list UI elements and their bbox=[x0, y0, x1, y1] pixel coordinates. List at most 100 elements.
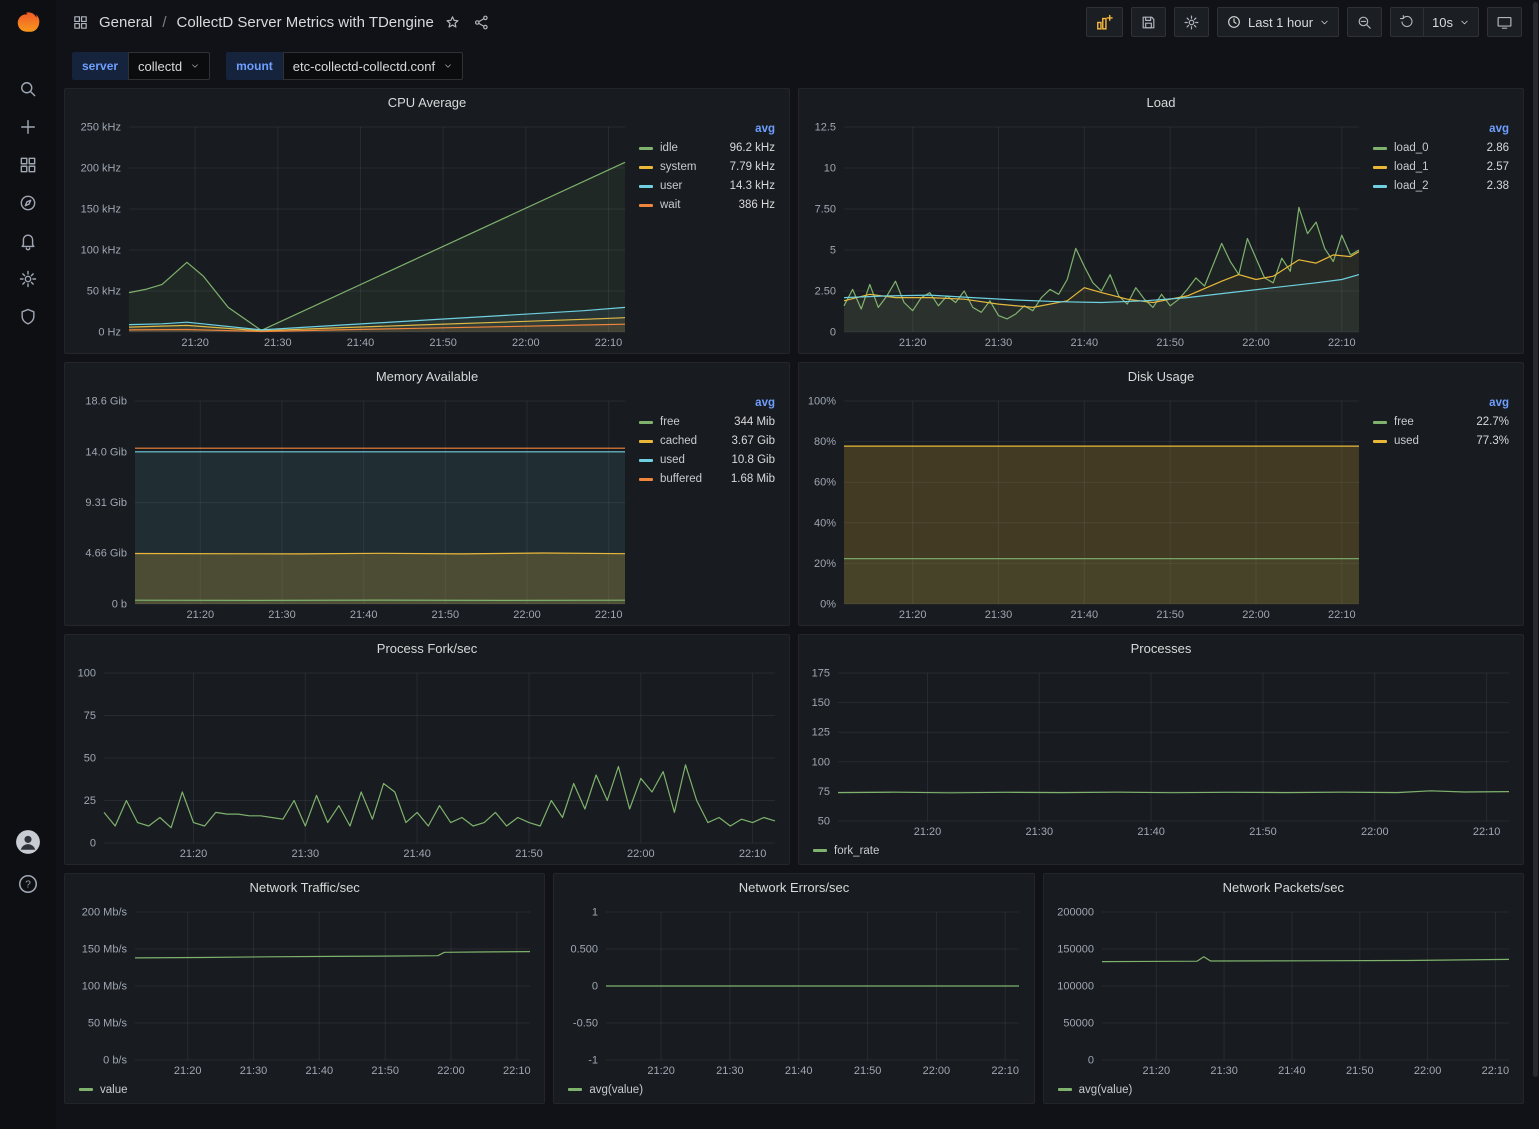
admin-shield-icon[interactable] bbox=[18, 298, 38, 336]
legend-label[interactable]: idle bbox=[660, 142, 723, 154]
panel-title[interactable]: Load bbox=[799, 89, 1523, 117]
scrollbar[interactable] bbox=[1532, 0, 1539, 1129]
legend-swatch bbox=[1373, 440, 1387, 443]
svg-text:21:30: 21:30 bbox=[985, 337, 1013, 349]
panel-title[interactable]: Network Errors/sec bbox=[554, 874, 1033, 902]
dashboards-icon[interactable] bbox=[18, 146, 38, 184]
panel-title[interactable]: Network Packets/sec bbox=[1044, 874, 1523, 902]
time-range-picker[interactable]: Last 1 hour bbox=[1217, 7, 1339, 37]
chevron-down-icon bbox=[190, 61, 200, 71]
dashboard-title[interactable]: CollectD Server Metrics with TDengine bbox=[177, 14, 434, 31]
svg-text:50: 50 bbox=[818, 816, 830, 828]
panel-process-fork: Process Fork/sec100755025021:2021:3021:4… bbox=[64, 634, 790, 865]
svg-text:150 Mb/s: 150 Mb/s bbox=[82, 944, 128, 956]
star-icon[interactable] bbox=[442, 12, 463, 33]
chart-processes[interactable]: 175150125100755021:2021:3021:4021:5022:0… bbox=[805, 663, 1519, 840]
legend-swatch bbox=[639, 421, 653, 424]
add-panel-button[interactable] bbox=[1086, 7, 1123, 37]
legend-label[interactable]: cached bbox=[660, 435, 724, 447]
refresh-button[interactable] bbox=[1390, 7, 1424, 37]
legend-label[interactable]: free bbox=[1394, 416, 1469, 428]
chart-process-fork[interactable]: 100755025021:2021:3021:4021:5022:0022:10 bbox=[71, 663, 785, 862]
legend-label[interactable]: system bbox=[660, 161, 723, 173]
legend-label[interactable]: used bbox=[1394, 435, 1469, 447]
legend-label[interactable]: load_2 bbox=[1394, 180, 1480, 192]
panel-title[interactable]: Network Traffic/sec bbox=[65, 874, 544, 902]
configuration-gear-icon[interactable] bbox=[18, 260, 38, 298]
clock-icon bbox=[1226, 14, 1242, 30]
sidebar-bottom: ? bbox=[15, 820, 41, 1129]
svg-text:22:10: 22:10 bbox=[1328, 609, 1356, 621]
svg-text:50 Mb/s: 50 Mb/s bbox=[88, 1018, 128, 1030]
legend-value: 1.68 Mib bbox=[731, 473, 775, 485]
svg-text:21:50: 21:50 bbox=[432, 609, 460, 621]
svg-text:12.5: 12.5 bbox=[815, 122, 836, 134]
panel-title[interactable]: Disk Usage bbox=[799, 363, 1523, 391]
legend-label[interactable]: user bbox=[660, 180, 723, 192]
legend-label[interactable]: load_0 bbox=[1394, 142, 1480, 154]
svg-text:21:20: 21:20 bbox=[899, 337, 927, 349]
panel-title[interactable]: CPU Average bbox=[65, 89, 789, 117]
chart-memory-available[interactable]: 18.6 Gib14.0 Gib9.31 Gib4.66 Gib0 b21:20… bbox=[71, 391, 635, 623]
var-server-select[interactable]: collectd bbox=[128, 52, 210, 80]
legend-label[interactable]: buffered bbox=[660, 473, 724, 485]
svg-text:75: 75 bbox=[84, 710, 96, 722]
legend-swatch bbox=[639, 147, 653, 150]
svg-text:9.31 Gib: 9.31 Gib bbox=[85, 497, 127, 509]
svg-text:21:50: 21:50 bbox=[1346, 1065, 1374, 1077]
svg-text:21:20: 21:20 bbox=[1142, 1065, 1170, 1077]
chart-network-packets[interactable]: 20000015000010000050000021:2021:3021:402… bbox=[1050, 902, 1519, 1079]
legend-label[interactable]: used bbox=[660, 454, 724, 466]
legend-label[interactable]: fork_rate bbox=[834, 845, 879, 857]
panel-title[interactable]: Processes bbox=[799, 635, 1523, 663]
zoom-out-button[interactable] bbox=[1347, 7, 1382, 37]
save-dashboard-button[interactable] bbox=[1131, 7, 1166, 37]
share-icon[interactable] bbox=[471, 12, 492, 33]
chart-disk-usage[interactable]: 100%80%60%40%20%0%21:2021:3021:4021:5022… bbox=[805, 391, 1369, 623]
svg-text:21:20: 21:20 bbox=[914, 826, 942, 838]
legend-swatch bbox=[639, 478, 653, 481]
search-icon[interactable] bbox=[18, 70, 38, 108]
svg-text:40%: 40% bbox=[814, 517, 836, 529]
legend-label[interactable]: free bbox=[660, 416, 724, 428]
legend-value: 3.67 Gib bbox=[731, 435, 775, 447]
breadcrumb-folder[interactable]: General bbox=[99, 14, 152, 31]
legend-value: 10.8 Gib bbox=[731, 454, 775, 466]
legend-label[interactable]: avg(value) bbox=[1079, 1084, 1133, 1096]
panel-title[interactable]: Process Fork/sec bbox=[65, 635, 789, 663]
panel-load: Load12.5107.5052.50021:2021:3021:4021:50… bbox=[798, 88, 1524, 354]
grafana-logo[interactable] bbox=[15, 9, 42, 36]
svg-text:150 kHz: 150 kHz bbox=[81, 204, 121, 216]
chart-cpu-average[interactable]: 250 kHz200 kHz150 kHz100 kHz50 kHz0 Hz21… bbox=[71, 117, 635, 351]
legend-label[interactable]: avg(value) bbox=[589, 1084, 643, 1096]
breadcrumb-separator: / bbox=[162, 14, 166, 31]
svg-text:22:00: 22:00 bbox=[512, 337, 540, 349]
legend-label[interactable]: load_1 bbox=[1394, 161, 1480, 173]
legend-label[interactable]: value bbox=[100, 1084, 128, 1096]
svg-text:22:10: 22:10 bbox=[1481, 1065, 1509, 1077]
dashboard-settings-button[interactable] bbox=[1174, 7, 1209, 37]
svg-text:75: 75 bbox=[818, 786, 830, 798]
svg-text:0: 0 bbox=[1088, 1055, 1094, 1067]
var-mount-select[interactable]: etc-collectd-collectd.conf bbox=[283, 52, 463, 80]
user-avatar[interactable] bbox=[15, 820, 41, 864]
dashboard-grid-icon bbox=[70, 12, 91, 33]
legend-label[interactable]: wait bbox=[660, 199, 723, 211]
svg-text:80%: 80% bbox=[814, 436, 836, 448]
scrollbar-thumb[interactable] bbox=[1533, 2, 1538, 1077]
svg-text:100000: 100000 bbox=[1057, 981, 1094, 993]
explore-compass-icon[interactable] bbox=[18, 184, 38, 222]
help-icon[interactable]: ? bbox=[17, 864, 39, 904]
chevron-down-icon bbox=[1459, 17, 1470, 28]
cycle-view-button[interactable] bbox=[1487, 7, 1522, 37]
create-plus-icon[interactable] bbox=[18, 108, 38, 146]
svg-text:100 Mb/s: 100 Mb/s bbox=[82, 981, 128, 993]
svg-text:10: 10 bbox=[824, 163, 836, 175]
panel-title[interactable]: Memory Available bbox=[65, 363, 789, 391]
chart-network-errors[interactable]: 10.5000-0.50-121:2021:3021:4021:5022:002… bbox=[560, 902, 1029, 1079]
chart-load[interactable]: 12.5107.5052.50021:2021:3021:4021:5022:0… bbox=[805, 117, 1369, 351]
refresh-interval-picker[interactable]: 10s bbox=[1424, 7, 1479, 37]
svg-text:22:10: 22:10 bbox=[1328, 337, 1356, 349]
alerting-bell-icon[interactable] bbox=[18, 222, 38, 260]
chart-network-traffic[interactable]: 200 Mb/s150 Mb/s100 Mb/s50 Mb/s0 b/s21:2… bbox=[71, 902, 540, 1079]
